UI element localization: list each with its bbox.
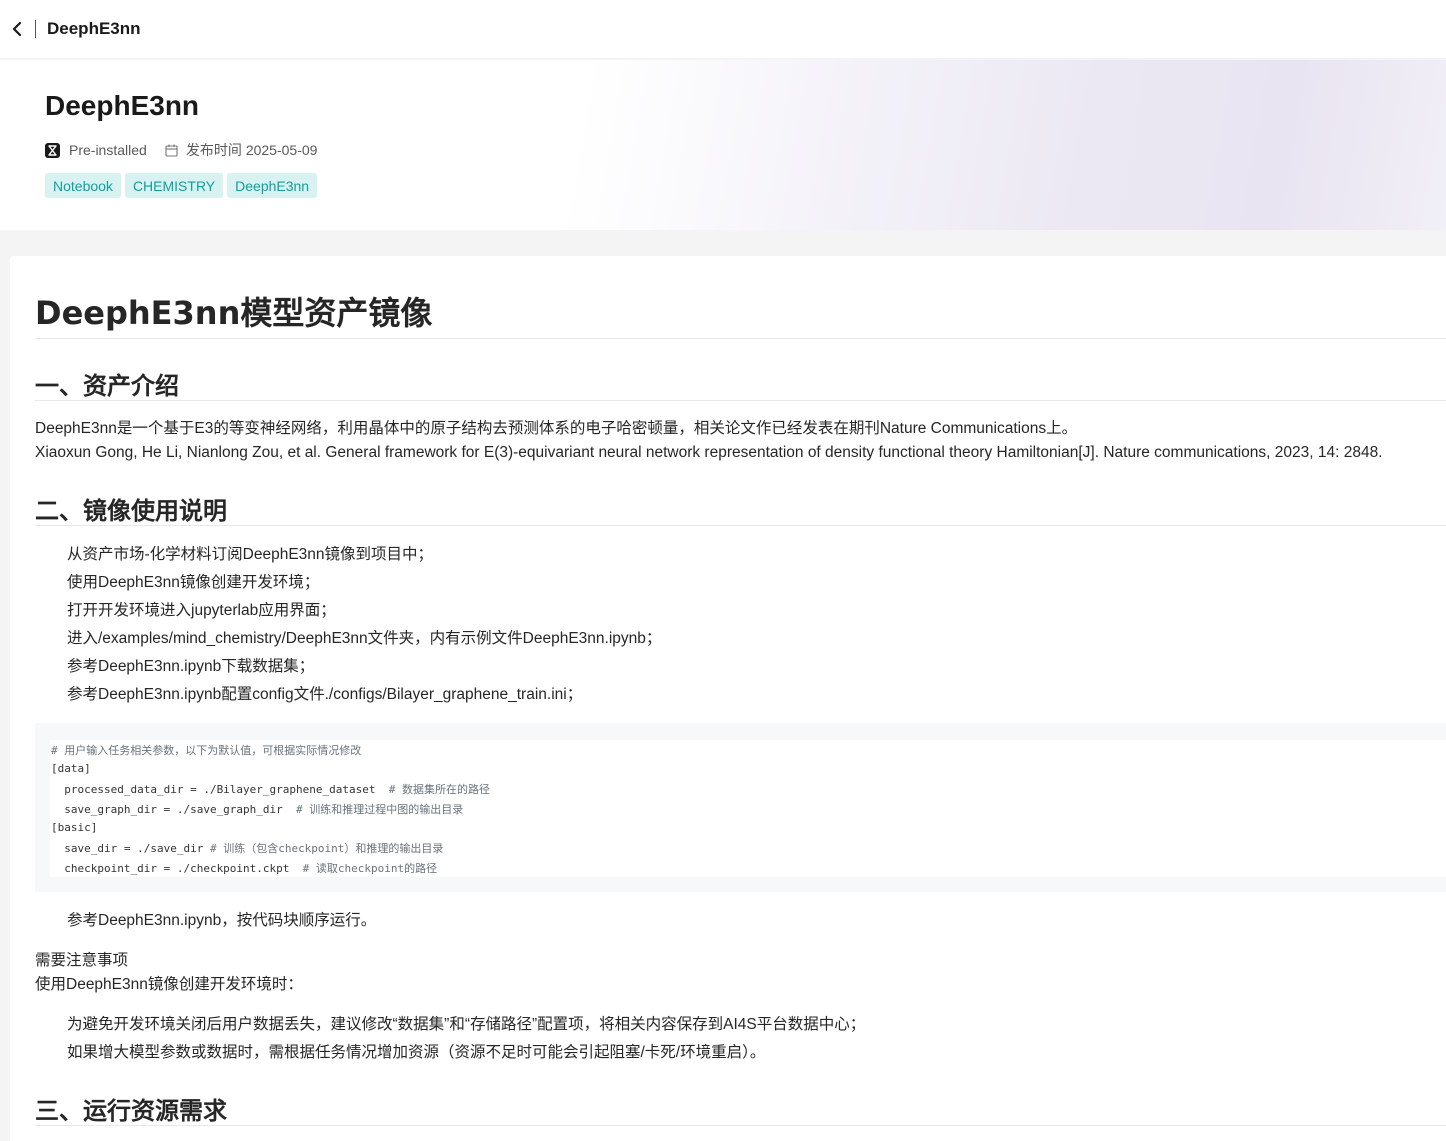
code-comment: # 读取checkpoint的路径 [289, 862, 438, 875]
list-item: 参考DeephE3nn.ipynb下载数据集； [67, 658, 315, 675]
citation-paragraph: Xiaoxun Gong, He Li, Nianlong Zou, et al… [35, 444, 1383, 461]
article-title: DeephE3nn模型资产镜像 [35, 294, 433, 332]
code-comment: # 数据集所在的路径 [375, 783, 491, 796]
divider [35, 20, 36, 38]
list-item: 从资产市场-化学材料订阅DeephE3nn镜像到项目中； [67, 546, 434, 563]
code-line: [basic] [51, 821, 98, 834]
notes-heading: 需要注意事项 [35, 952, 129, 969]
tag-list: Notebook CHEMISTRY DeephE3nn [45, 173, 318, 198]
list-item: 参考DeephE3nn.ipynb配置config文件./configs/Bil… [67, 686, 583, 703]
tag-deephe3nn[interactable]: DeephE3nn [227, 173, 318, 198]
calendar-icon [165, 144, 178, 157]
code-line: save_dir = ./save_dir [51, 842, 204, 855]
code-line: checkpoint_dir = ./checkpoint.ckpt [51, 862, 290, 875]
page-title: DeephE3nn [47, 19, 141, 38]
section-heading-resources: 三、运行资源需求 [35, 1098, 227, 1125]
list-item: 参考DeephE3nn.ipynb，按代码块顺序运行。 [67, 912, 377, 929]
divider [35, 1125, 1446, 1126]
code-comment: # 训练（包含checkpoint）和推理的输出目录 [203, 842, 444, 855]
notes-intro: 使用DeephE3nn镜像创建开发环境时： [35, 976, 303, 993]
divider [35, 400, 1446, 401]
code-comment: # 用户输入任务相关参数，以下为默认值，可根据实际情况修改 [51, 744, 362, 757]
code-block: # 用户输入任务相关参数，以下为默认值，可根据实际情况修改 [data] pro… [35, 723, 1446, 892]
code-comment: # 训练和推理过程中图的输出目录 [282, 803, 464, 816]
list-item: 为避免开发环境关闭后用户数据丢失，建议修改“数据集”和“存储路径”配置项，将相关… [67, 1016, 866, 1033]
preinstalled-icon [45, 142, 60, 158]
section-heading-usage: 二、镜像使用说明 [35, 498, 227, 525]
code-content[interactable]: # 用户输入任务相关参数，以下为默认值，可根据实际情况修改 [data] pro… [50, 740, 1446, 877]
code-line: save_graph_dir = ./save_graph_dir [51, 803, 283, 816]
release-date-label: 发布时间 [185, 142, 242, 158]
preinstalled-label: Pre-installed [69, 142, 147, 158]
asset-header: DeephE3nn Pre-installed 发布时间 2025-05-09 … [0, 60, 1446, 230]
list-item: 打开开发环境进入jupyterlab应用界面； [67, 602, 336, 619]
release-date: 2025-05-09 [245, 142, 318, 158]
intro-paragraph: DeephE3nn是一个基于E3的等变神经网络，利用晶体中的原子结构去预测体系的… [35, 420, 1078, 437]
list-item: 进入/examples/mind_chemistry/DeephE3nn文件夹，… [67, 630, 662, 647]
top-bar: DeephE3nn [0, 0, 1446, 58]
back-arrow-icon[interactable] [10, 22, 24, 36]
asset-title: DeephE3nn [45, 90, 200, 121]
code-line: [data] [51, 762, 91, 775]
article-panel: DeephE3nn模型资产镜像 一、资产介绍 DeephE3nn是一个基于E3的… [10, 256, 1446, 1141]
tag-notebook[interactable]: Notebook [45, 173, 121, 198]
list-item: 使用DeephE3nn镜像创建开发环境； [67, 574, 320, 591]
tag-chemistry[interactable]: CHEMISTRY [124, 173, 224, 198]
list-item: 如果增大模型参数或数据时，需根据任务情况增加资源（资源不足时可能会引起阻塞/卡死… [67, 1044, 766, 1061]
code-line: processed_data_dir = ./Bilayer_graphene_… [51, 783, 376, 796]
asset-meta: Pre-installed 发布时间 2025-05-09 [45, 140, 317, 160]
divider [35, 338, 1446, 339]
divider [35, 525, 1446, 526]
section-heading-intro: 一、资产介绍 [35, 373, 179, 400]
